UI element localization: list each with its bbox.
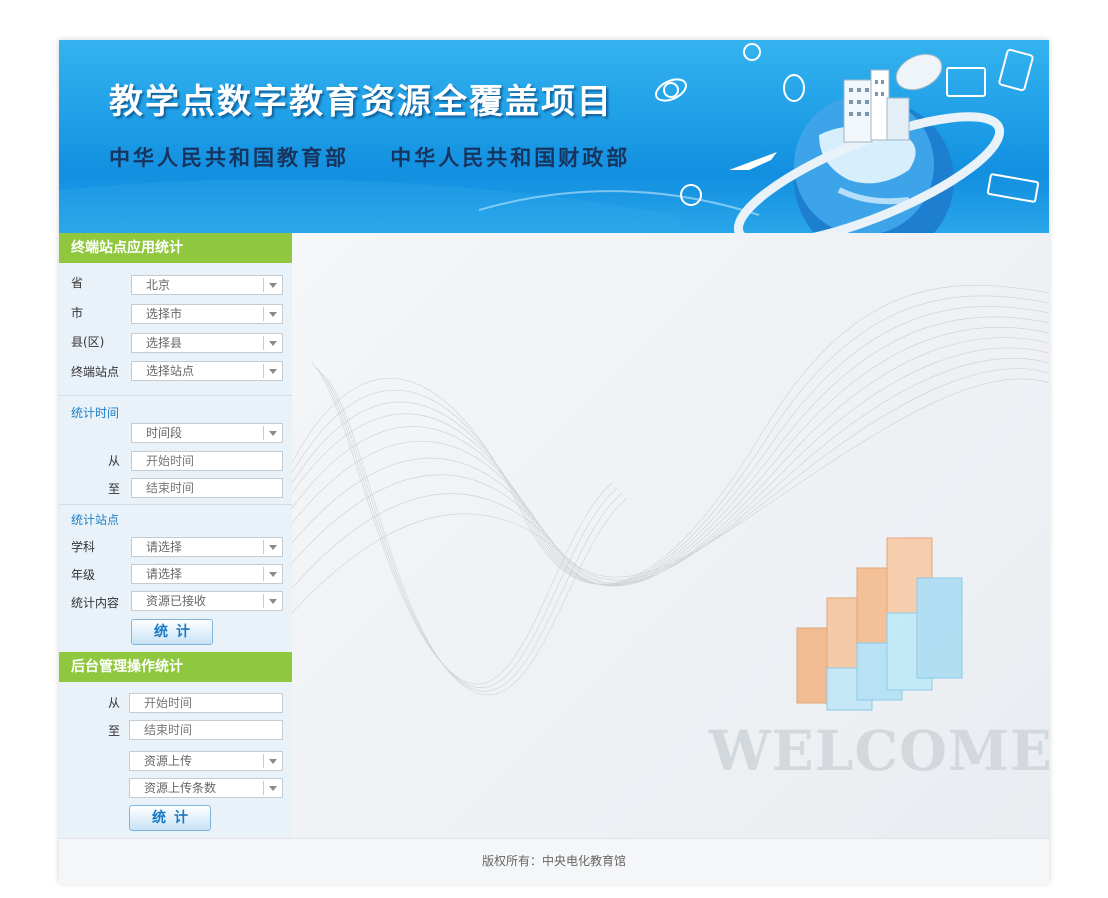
chevron-down-icon xyxy=(263,594,282,608)
grade-label: 年级 xyxy=(71,568,96,582)
operation-select-value: 资源上传 xyxy=(144,754,193,768)
main-welcome-panel: WELCOME xyxy=(292,233,1049,838)
content-label: 统计内容 xyxy=(71,596,120,610)
chevron-down-icon xyxy=(263,567,282,581)
time-section-label: 统计时间 xyxy=(71,406,120,420)
content-select-value: 资源已接收 xyxy=(146,594,207,608)
backend-to-label: 至 xyxy=(108,724,121,738)
start-time-input[interactable]: 开始时间 xyxy=(131,451,283,471)
content-select[interactable]: 资源已接收 xyxy=(131,591,283,611)
banner-illustration xyxy=(59,43,1040,233)
county-label: 县(区) xyxy=(71,335,105,349)
backend-stats-header: 后台管理操作统计 xyxy=(59,652,292,682)
chevron-down-icon xyxy=(263,426,282,440)
copyright-text: 版权所有：中央电化教育馆 xyxy=(481,854,626,868)
subject-select-value: 请选择 xyxy=(146,540,183,554)
backend-stats-button[interactable]: 统计 xyxy=(129,805,211,831)
sidebar: 终端站点应用统计 省 北京 市 选择市 县(区) 选择县 终端站点 选择站点 统… xyxy=(59,233,292,838)
banner-title: 教学点数字教育资源全覆盖项目 xyxy=(109,82,613,122)
banner-subtitle: 中华人民共和国教育部 中华人民共和国财政部 xyxy=(109,146,631,170)
operation-select[interactable]: 资源上传 xyxy=(129,751,283,771)
site-label: 终端站点 xyxy=(71,365,120,379)
terminal-stats-button[interactable]: 统计 xyxy=(131,619,213,645)
page-frame: 教学点数字教育资源全覆盖项目 中华人民共和国教育部 中华人民共和国财政部 终端站… xyxy=(59,40,1049,884)
terminal-stats-header: 终端站点应用统计 xyxy=(59,233,292,263)
period-select-value: 时间段 xyxy=(146,426,183,440)
end-time-input[interactable]: 结束时间 xyxy=(131,478,283,498)
site-section-label: 统计站点 xyxy=(71,513,120,527)
metric-select[interactable]: 资源上传条数 xyxy=(129,778,283,798)
province-label: 省 xyxy=(71,276,84,290)
grade-select-value: 请选择 xyxy=(146,567,183,581)
chevron-down-icon xyxy=(263,307,282,321)
site-select-value: 选择站点 xyxy=(146,364,195,378)
footer: 版权所有：中央电化教育馆 xyxy=(59,838,1049,884)
province-select[interactable]: 北京 xyxy=(131,275,283,295)
city-select[interactable]: 选择市 xyxy=(131,304,283,324)
divider xyxy=(59,504,292,505)
province-select-value: 北京 xyxy=(146,278,171,292)
chevron-down-icon xyxy=(263,336,282,350)
chevron-down-icon xyxy=(263,754,282,768)
chevron-down-icon xyxy=(263,540,282,554)
subject-select[interactable]: 请选择 xyxy=(131,537,283,557)
from-label: 从 xyxy=(108,454,121,468)
subject-label: 学科 xyxy=(71,540,96,554)
backend-start-time-input[interactable]: 开始时间 xyxy=(129,693,283,713)
city-label: 市 xyxy=(71,306,84,320)
period-select[interactable]: 时间段 xyxy=(131,423,283,443)
chevron-down-icon xyxy=(263,278,282,292)
header-banner: 教学点数字教育资源全覆盖项目 中华人民共和国教育部 中华人民共和国财政部 xyxy=(59,40,1049,233)
site-select[interactable]: 选择站点 xyxy=(131,361,283,381)
county-select[interactable]: 选择县 xyxy=(131,333,283,353)
backend-end-time-input[interactable]: 结束时间 xyxy=(129,720,283,740)
county-select-value: 选择县 xyxy=(146,336,183,350)
divider xyxy=(59,395,292,396)
chevron-down-icon xyxy=(263,364,282,378)
welcome-text: WELCOME xyxy=(709,718,1049,783)
metric-select-value: 资源上传条数 xyxy=(144,781,217,795)
city-select-value: 选择市 xyxy=(146,307,183,321)
bar-chart-illustration xyxy=(796,537,963,711)
chevron-down-icon xyxy=(263,781,282,795)
grade-select[interactable]: 请选择 xyxy=(131,564,283,584)
backend-from-label: 从 xyxy=(108,696,121,710)
to-label: 至 xyxy=(108,482,121,496)
